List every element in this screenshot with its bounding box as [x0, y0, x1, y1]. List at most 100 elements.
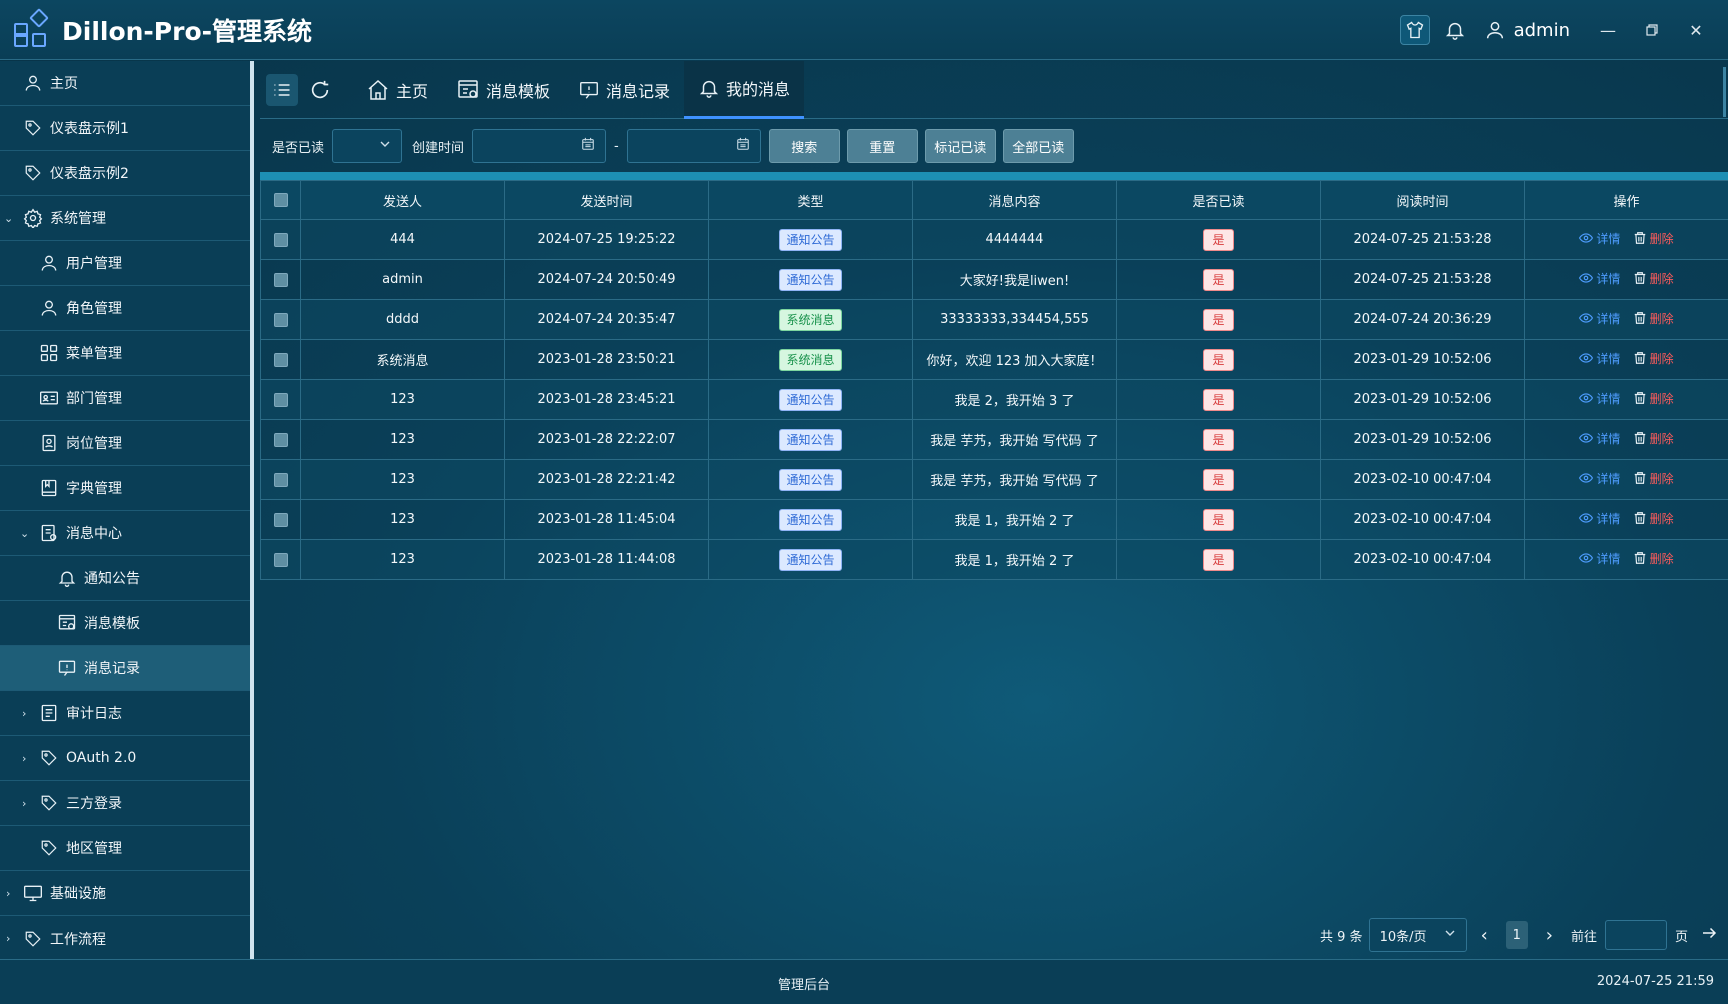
theme-shirt-icon[interactable]: [1399, 15, 1430, 45]
sent-time-cell: 2023-01-28 11:44:08: [504, 539, 709, 580]
select-all-checkbox[interactable]: [273, 193, 288, 207]
sidebar-item-notices[interactable]: 通知公告: [0, 556, 250, 601]
row-checkbox[interactable]: [273, 472, 288, 487]
view-detail-button[interactable]: 详情: [1579, 230, 1620, 247]
menu-toggle-icon[interactable]: [266, 73, 298, 106]
view-detail-button[interactable]: 详情: [1579, 350, 1620, 367]
close-icon[interactable]: ✕: [1684, 18, 1708, 42]
row-checkbox[interactable]: [273, 312, 288, 327]
view-detail-button[interactable]: 详情: [1579, 550, 1620, 567]
view-detail-button[interactable]: 详情: [1579, 430, 1620, 447]
page-number-current[interactable]: 1: [1505, 921, 1528, 949]
sidebar-item-roles[interactable]: 角色管理: [0, 286, 250, 331]
row-select-cell[interactable]: [260, 339, 301, 380]
row-checkbox[interactable]: [273, 272, 288, 287]
sidebar-item-system[interactable]: ⌄ 系统管理: [0, 196, 250, 241]
sent-time-cell: 2024-07-24 20:50:49: [504, 259, 709, 300]
page-size-select[interactable]: 10条/页: [1368, 918, 1467, 952]
row-checkbox[interactable]: [273, 352, 288, 367]
reset-button[interactable]: 重置: [846, 129, 918, 163]
restore-icon[interactable]: [1640, 18, 1664, 42]
sidebar-item-home[interactable]: 主页: [0, 61, 250, 106]
sidebar-item-regions[interactable]: 地区管理: [0, 826, 250, 871]
sidebar-item-departments[interactable]: 部门管理: [0, 376, 250, 421]
tab-message-template[interactable]: 消息模板: [442, 61, 564, 119]
delete-button[interactable]: 删除: [1633, 510, 1674, 527]
row-select-cell[interactable]: [260, 499, 301, 540]
sidebar-item-message-records[interactable]: 消息记录: [0, 646, 250, 691]
row-checkbox[interactable]: [273, 392, 288, 407]
row-checkbox[interactable]: [273, 552, 288, 567]
sidebar-item-infrastructure[interactable]: › 基础设施: [0, 871, 250, 916]
id-card-icon: [38, 387, 60, 409]
sender-cell: 444: [300, 219, 505, 260]
column-header: 阅读时间: [1320, 180, 1525, 220]
view-detail-label: 详情: [1596, 431, 1621, 446]
tabs-divider: [1723, 67, 1726, 117]
sidebar-item-users[interactable]: 用户管理: [0, 241, 250, 286]
sidebar-item-dictionary[interactable]: 字典管理: [0, 466, 250, 511]
select-all-cell[interactable]: [260, 180, 301, 220]
refresh-icon[interactable]: [304, 74, 336, 106]
user-icon[interactable]: [1480, 15, 1510, 45]
sidebar-item-audit-log[interactable]: › 审计日志: [0, 691, 250, 736]
delete-button[interactable]: 删除: [1633, 350, 1674, 367]
delete-button[interactable]: 删除: [1633, 470, 1674, 487]
sidebar-item-oauth[interactable]: › OAuth 2.0: [0, 736, 250, 781]
row-select-cell[interactable]: [260, 379, 301, 420]
read-cell: 是: [1116, 419, 1321, 460]
goto-page-input[interactable]: [1604, 920, 1667, 950]
grid-icon: [38, 342, 60, 364]
row-select-cell[interactable]: [260, 419, 301, 460]
sidebar-item-menus[interactable]: 菜单管理: [0, 331, 250, 376]
eye-icon: [1579, 513, 1594, 523]
tab-message-records[interactable]: 消息记录: [564, 61, 684, 119]
sidebar-item-posts[interactable]: 岗位管理: [0, 421, 250, 466]
sidebar-item-label: 主页: [50, 76, 78, 92]
delete-button[interactable]: 删除: [1633, 390, 1674, 407]
tab-my-messages[interactable]: 我的消息: [684, 60, 805, 119]
row-checkbox[interactable]: [273, 512, 288, 527]
message-icon: [56, 657, 78, 679]
row-select-cell[interactable]: [260, 539, 301, 580]
view-detail-button[interactable]: 详情: [1579, 470, 1620, 487]
mark-read-button[interactable]: 标记已读: [924, 129, 996, 163]
footer-title: 管理后台: [778, 978, 831, 993]
start-date-input[interactable]: [472, 129, 607, 163]
header-username[interactable]: admin: [1514, 20, 1570, 41]
delete-button[interactable]: 删除: [1633, 230, 1674, 247]
mark-all-read-button[interactable]: 全部已读: [1002, 129, 1074, 163]
read-status-select[interactable]: [332, 129, 403, 163]
row-select-cell[interactable]: [260, 219, 301, 260]
sidebar-item-social-login[interactable]: › 三方登录: [0, 781, 250, 826]
table-row: 123 2023-01-28 11:45:04 通知公告 我是 1，我开始 2 …: [260, 499, 1728, 540]
view-detail-label: 详情: [1596, 231, 1621, 246]
end-date-input[interactable]: [626, 129, 761, 163]
sidebar-item-dashboard2[interactable]: 仪表盘示例2: [0, 151, 250, 196]
row-select-cell[interactable]: [260, 259, 301, 300]
row-select-cell[interactable]: [260, 459, 301, 500]
bell-icon[interactable]: [1440, 15, 1470, 45]
sidebar-item-workflow[interactable]: › 工作流程: [0, 916, 250, 961]
view-detail-button[interactable]: 详情: [1579, 510, 1620, 527]
read-time-cell: 2023-02-10 00:47:04: [1320, 499, 1525, 540]
delete-button[interactable]: 删除: [1633, 270, 1674, 287]
view-detail-button[interactable]: 详情: [1579, 270, 1620, 287]
tab-home[interactable]: 主页: [352, 61, 442, 119]
row-select-cell[interactable]: [260, 299, 301, 340]
search-button[interactable]: 搜索: [768, 129, 840, 163]
minimize-icon[interactable]: —: [1596, 18, 1620, 42]
delete-button[interactable]: 删除: [1633, 310, 1674, 327]
view-detail-button[interactable]: 详情: [1579, 310, 1620, 327]
view-detail-button[interactable]: 详情: [1579, 390, 1620, 407]
prev-page-icon[interactable]: ‹: [1481, 925, 1488, 946]
sidebar-item-message-template[interactable]: 消息模板: [0, 601, 250, 646]
next-page-icon[interactable]: ›: [1546, 925, 1553, 946]
sidebar-item-message-center[interactable]: ⌄ 消息中心: [0, 511, 250, 556]
row-checkbox[interactable]: [273, 432, 288, 447]
delete-button[interactable]: 删除: [1633, 550, 1674, 567]
arrow-right-icon[interactable]: [1700, 924, 1718, 946]
delete-button[interactable]: 删除: [1633, 430, 1674, 447]
sidebar-item-dashboard1[interactable]: 仪表盘示例1: [0, 106, 250, 151]
row-checkbox[interactable]: [273, 232, 288, 247]
